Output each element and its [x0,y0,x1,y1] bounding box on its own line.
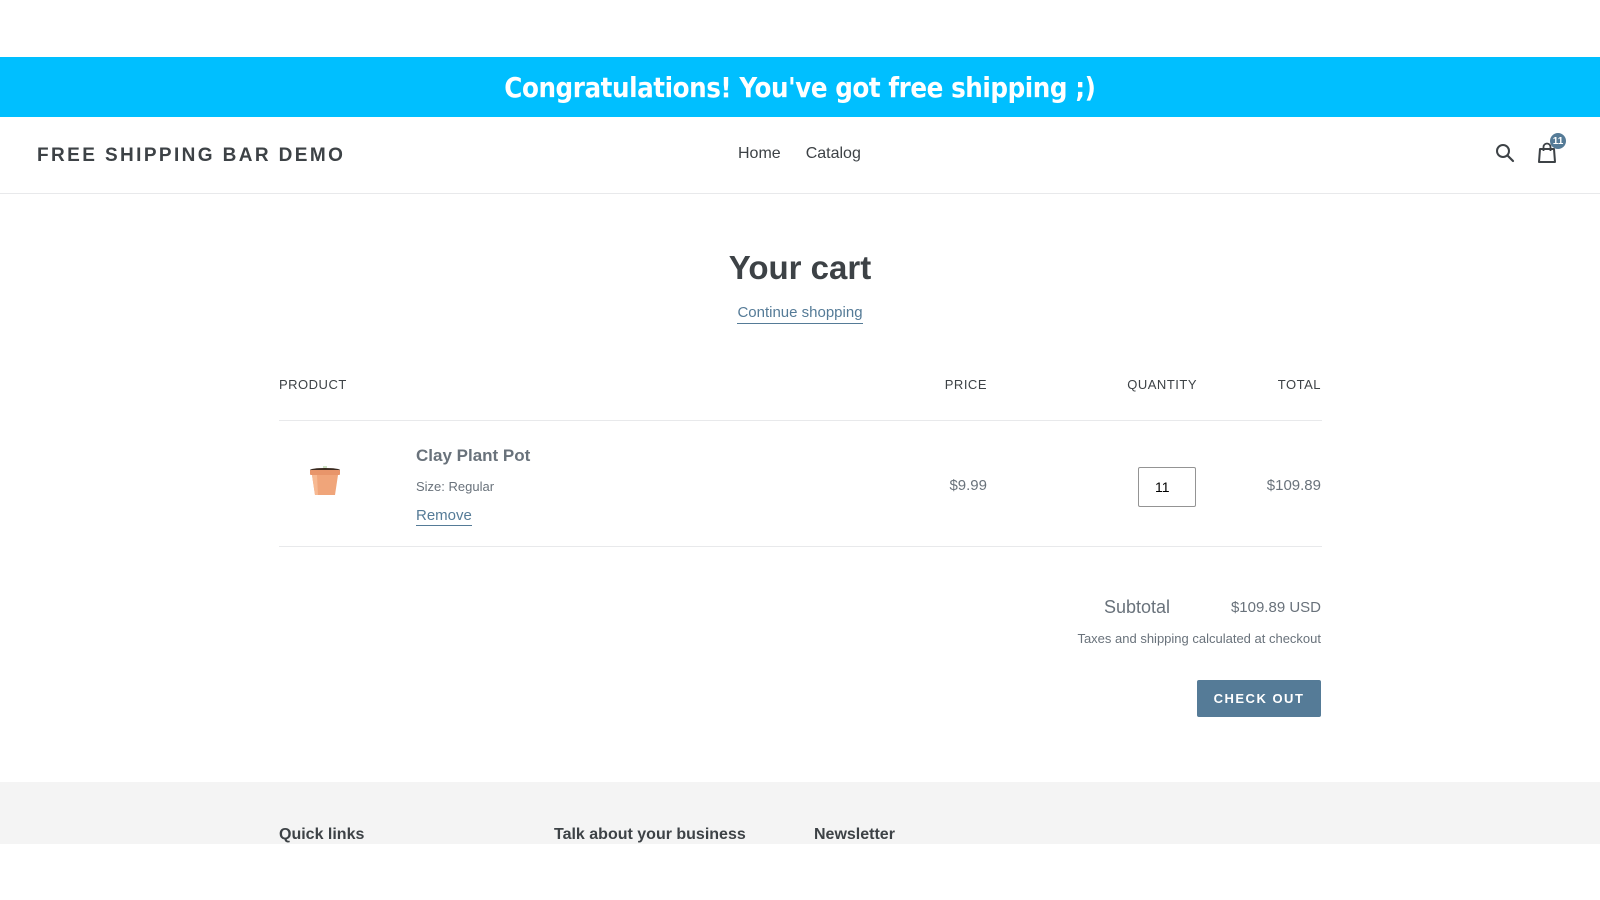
nav-item-home[interactable]: Home [738,145,781,163]
column-header-total: TOTAL [1277,377,1321,392]
cart-button[interactable]: 11 [1536,133,1566,165]
top-blank-area [0,0,1600,57]
item-total: $109.89 [1266,477,1321,494]
table-divider [279,420,1322,421]
page-title: Your cart [728,249,872,286]
column-header-price: PRICE [944,377,987,392]
quantity-input[interactable] [1138,467,1196,507]
checkout-button[interactable]: CHECK OUT [1197,680,1321,717]
cart-page: Your cart Continue shopping PRODUCT PRIC… [0,194,1600,784]
header-icons: 11 [1494,133,1566,165]
clay-pot-image[interactable] [305,459,345,499]
nav-item-catalog[interactable]: Catalog [806,145,861,163]
product-name-link[interactable]: Clay Plant Pot [416,446,530,466]
continue-shopping-link[interactable]: Continue shopping [737,304,863,324]
column-header-product: PRODUCT [279,377,347,392]
free-shipping-message: Congratulations! You've got free shippin… [504,70,1096,104]
main-nav: Home Catalog [738,145,861,163]
column-header-quantity: QUANTITY [1127,377,1197,392]
free-shipping-bar: Congratulations! You've got free shippin… [0,57,1600,117]
site-footer: Quick links Talk about your business New… [0,782,1600,844]
continue-shopping-wrap: Continue shopping [0,304,1600,324]
footer-heading-business: Talk about your business [554,826,746,843]
subtotal-label: Subtotal [1103,597,1170,617]
footer-heading-quick-links: Quick links [279,826,365,843]
footer-heading-newsletter: Newsletter [814,826,895,843]
remove-item-link[interactable]: Remove [416,507,472,526]
product-variant: Size: Regular [416,479,495,494]
search-button[interactable] [1494,141,1516,165]
subtotal-value: $109.89 USD [1230,599,1321,616]
table-divider [279,546,1322,547]
site-header: FREE SHIPPING BAR DEMO Home Catalog 11 [0,117,1600,194]
search-icon [1496,144,1515,163]
cart-count-badge: 11 [1550,133,1566,149]
store-logo[interactable]: FREE SHIPPING BAR DEMO [37,145,345,167]
item-price: $9.99 [949,477,987,494]
tax-shipping-note: Taxes and shipping calculated at checkou… [1077,631,1321,646]
